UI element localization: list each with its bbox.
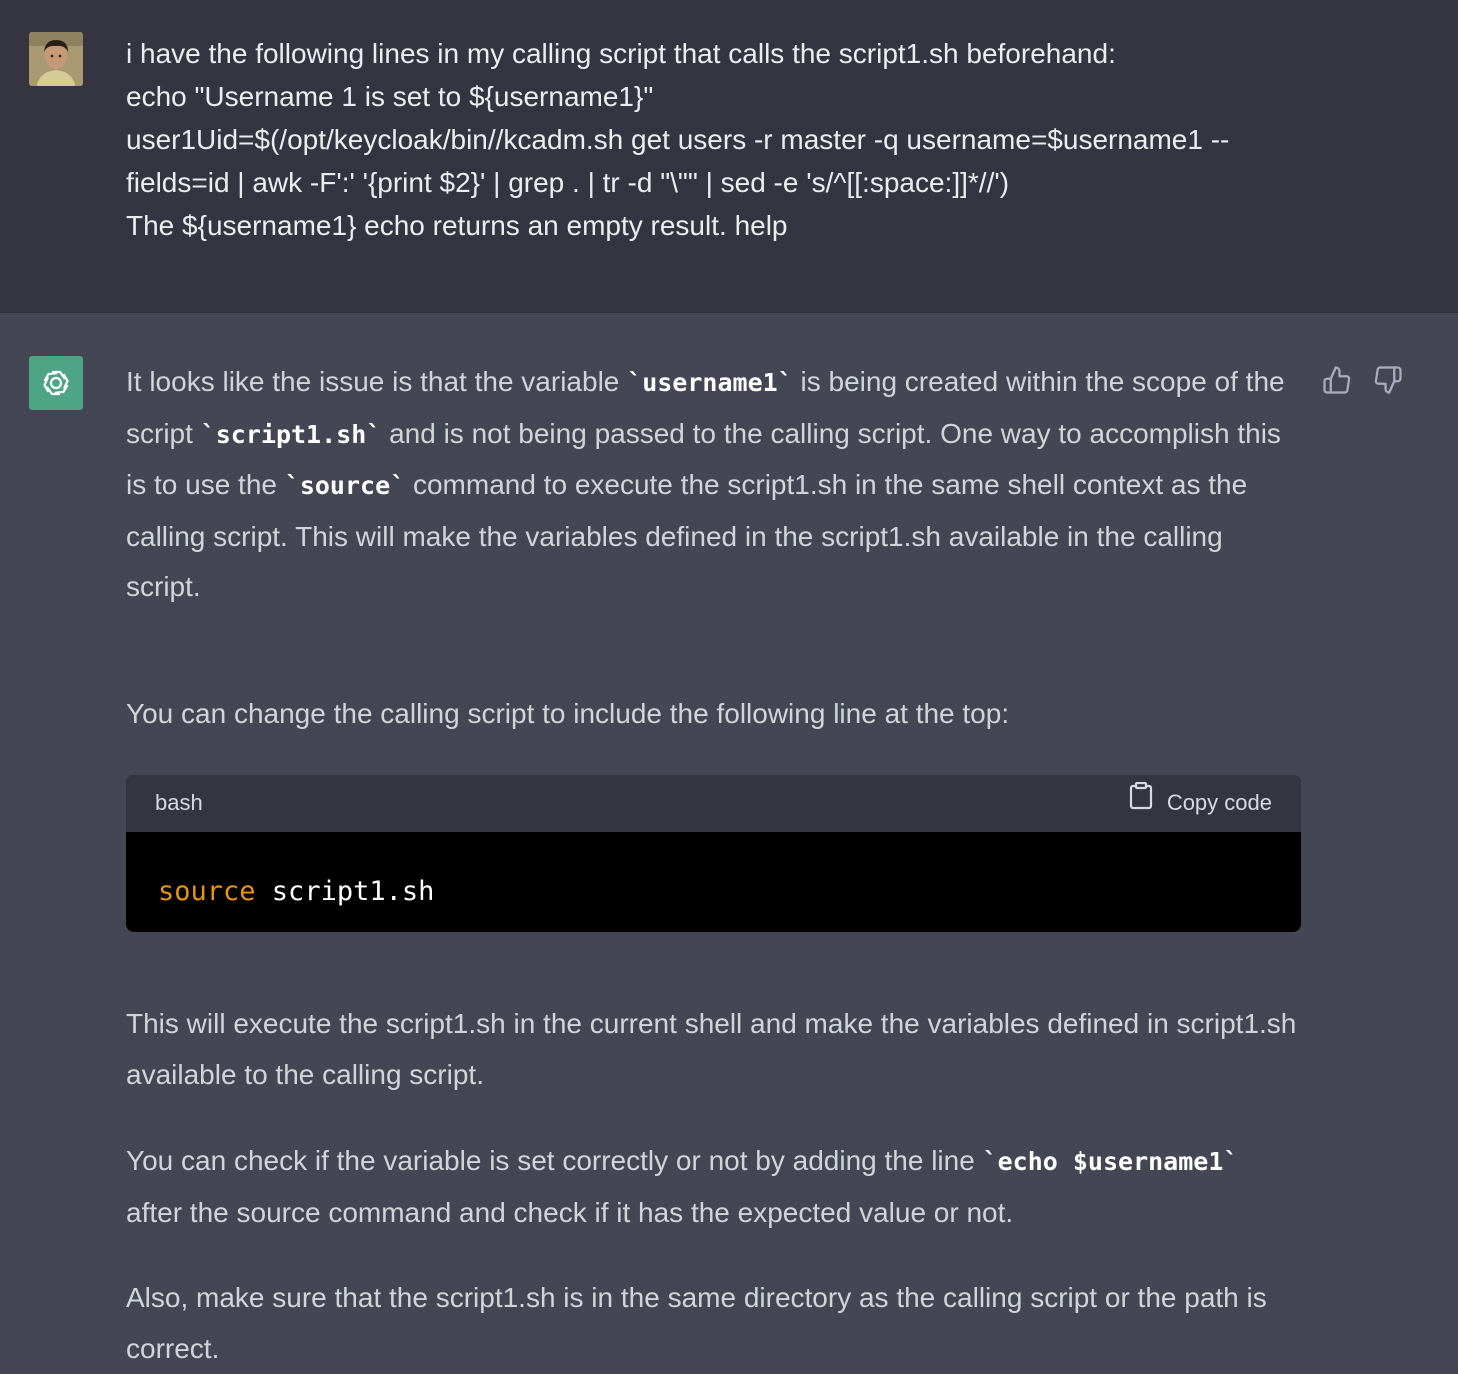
code-language-label: bash	[155, 790, 203, 816]
code-keyword: source	[158, 876, 256, 907]
text: You can check if the variable is set cor…	[126, 1145, 983, 1176]
code-text: script1.sh	[255, 876, 435, 907]
user-line: user1Uid=$(/opt/keycloak/bin//kcadm.sh g…	[126, 124, 1230, 155]
answer-paragraph: It looks like the issue is that the vari…	[126, 357, 1301, 613]
feedback-buttons	[1320, 363, 1404, 396]
copy-code-button[interactable]: Copy code	[1129, 778, 1272, 829]
thumbs-down-icon[interactable]	[1371, 363, 1404, 396]
user-message-text: i have the following lines in my calling…	[126, 32, 1316, 247]
inline-code: `script1.sh`	[200, 419, 382, 449]
inline-code: `echo $username1`	[982, 1147, 1239, 1176]
answer-paragraph: You can change the calling script to inc…	[126, 698, 1010, 729]
openai-logo-icon	[29, 356, 83, 410]
answer-paragraph: This will execute the script1.sh in the …	[126, 1008, 1297, 1090]
user-line: echo "Username 1 is set to ${username1}"	[126, 81, 654, 112]
clipboard-icon	[1129, 778, 1153, 829]
user-line: fields=id | awk -F':' '{print $2}' | gre…	[126, 167, 1010, 198]
code-content: source script1.sh	[126, 832, 1301, 932]
answer-paragraph: You can check if the variable is set cor…	[126, 1136, 1301, 1238]
inline-code: `username1`	[627, 368, 793, 397]
text: It looks like the issue is that the vari…	[126, 366, 628, 397]
user-line: The ${username1} echo returns an empty r…	[126, 210, 788, 241]
user-line: i have the following lines in my calling…	[126, 38, 1116, 69]
user-message: i have the following lines in my calling…	[0, 0, 1458, 313]
assistant-message: It looks like the issue is that the vari…	[0, 313, 1458, 1368]
answer-paragraph: Also, make sure that the script1.sh is i…	[126, 1282, 1267, 1364]
code-block: bash Copy code source script1.sh	[126, 775, 1301, 932]
user-avatar	[29, 32, 83, 86]
thumbs-up-icon[interactable]	[1320, 363, 1353, 396]
text: after the source command and check if it…	[126, 1196, 1014, 1228]
inline-code: `source`	[284, 471, 406, 500]
code-block-header: bash Copy code	[126, 775, 1301, 832]
copy-code-label: Copy code	[1166, 790, 1272, 816]
